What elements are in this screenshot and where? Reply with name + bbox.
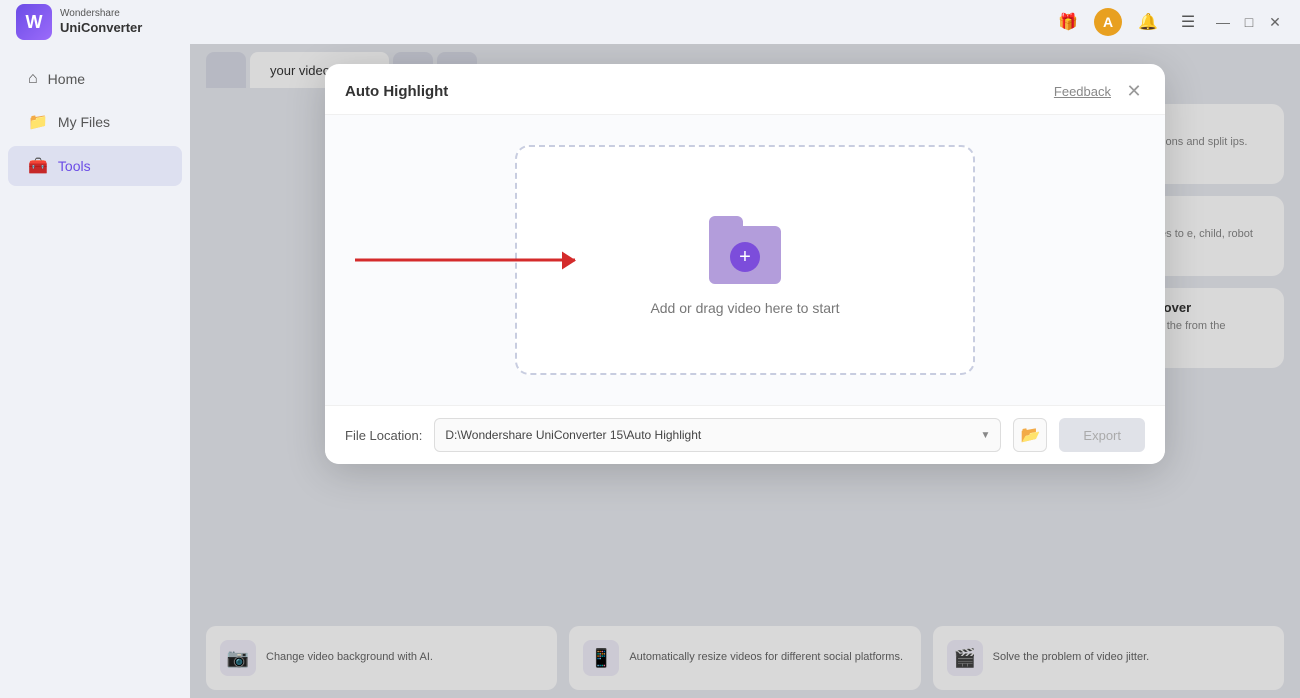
arrow-line: [355, 259, 575, 262]
app-logo-icon: W: [16, 4, 52, 40]
window-controls: — □ ✕: [1214, 13, 1284, 31]
modal-header: Auto Highlight Feedback ✕: [325, 64, 1165, 115]
folder-plus-icon: +: [730, 242, 760, 272]
folder-browse-icon: 📂: [1020, 425, 1040, 445]
modal-footer: File Location: D:\Wondershare UniConvert…: [325, 405, 1165, 464]
top-bar-right: 🎁 A 🔔 ☰ — □ ✕: [1054, 8, 1284, 36]
sidebar-item-home[interactable]: ⌂ Home: [8, 60, 182, 98]
export-button: Export: [1059, 418, 1145, 452]
sidebar-label-home: Home: [48, 71, 85, 87]
bell-icon[interactable]: 🔔: [1134, 8, 1162, 36]
app-name: Wondershare UniConverter: [60, 8, 142, 36]
file-path-text: D:\Wondershare UniConverter 15\Auto High…: [445, 428, 974, 442]
drop-label: Add or drag video here to start: [650, 300, 839, 316]
sidebar-item-tools[interactable]: 🧰 Tools: [8, 146, 182, 186]
content-area: your video batch. ection ly detect tions…: [190, 44, 1300, 698]
brand-bottom: UniConverter: [60, 20, 142, 36]
gift-icon[interactable]: 🎁: [1054, 8, 1082, 36]
main-layout: ⌂ Home 📁 My Files 🧰 Tools your video bat…: [0, 44, 1300, 698]
top-bar: W Wondershare UniConverter 🎁 A 🔔 ☰ — □ ✕: [0, 0, 1300, 44]
browse-folder-button[interactable]: 📂: [1013, 418, 1047, 452]
folder-main: +: [709, 226, 781, 284]
brand-top: Wondershare: [60, 8, 142, 20]
auto-highlight-modal: Auto Highlight Feedback ✕: [325, 64, 1165, 464]
feedback-link[interactable]: Feedback: [1054, 84, 1111, 99]
menu-icon[interactable]: ☰: [1174, 8, 1202, 36]
files-icon: 📁: [28, 112, 48, 132]
drop-zone[interactable]: + Add or drag video here to start: [515, 145, 975, 375]
home-icon: ⌂: [28, 70, 38, 88]
avatar-icon[interactable]: A: [1094, 8, 1122, 36]
tools-icon: 🧰: [28, 156, 48, 176]
folder-icon: +: [700, 204, 790, 284]
sidebar-label-myfiles: My Files: [58, 114, 110, 130]
modal-title: Auto Highlight: [345, 83, 448, 100]
modal-body: + Add or drag video here to start: [325, 115, 1165, 405]
modal-close-button[interactable]: ✕: [1123, 80, 1145, 102]
sidebar-label-tools: Tools: [58, 158, 91, 174]
file-location-label: File Location:: [345, 428, 422, 443]
app-brand: W Wondershare UniConverter: [16, 4, 142, 40]
sidebar-item-myfiles[interactable]: 📁 My Files: [8, 102, 182, 142]
dropdown-arrow-icon: ▼: [981, 430, 991, 441]
sidebar: ⌂ Home 📁 My Files 🧰 Tools: [0, 44, 190, 698]
modal-overlay: Auto Highlight Feedback ✕: [190, 44, 1300, 698]
close-button[interactable]: ✕: [1266, 13, 1284, 31]
file-path-input[interactable]: D:\Wondershare UniConverter 15\Auto High…: [434, 418, 1001, 452]
arrow-indicator: [355, 259, 575, 262]
minimize-button[interactable]: —: [1214, 13, 1232, 31]
modal-header-right: Feedback ✕: [1054, 80, 1145, 102]
maximize-button[interactable]: □: [1240, 13, 1258, 31]
